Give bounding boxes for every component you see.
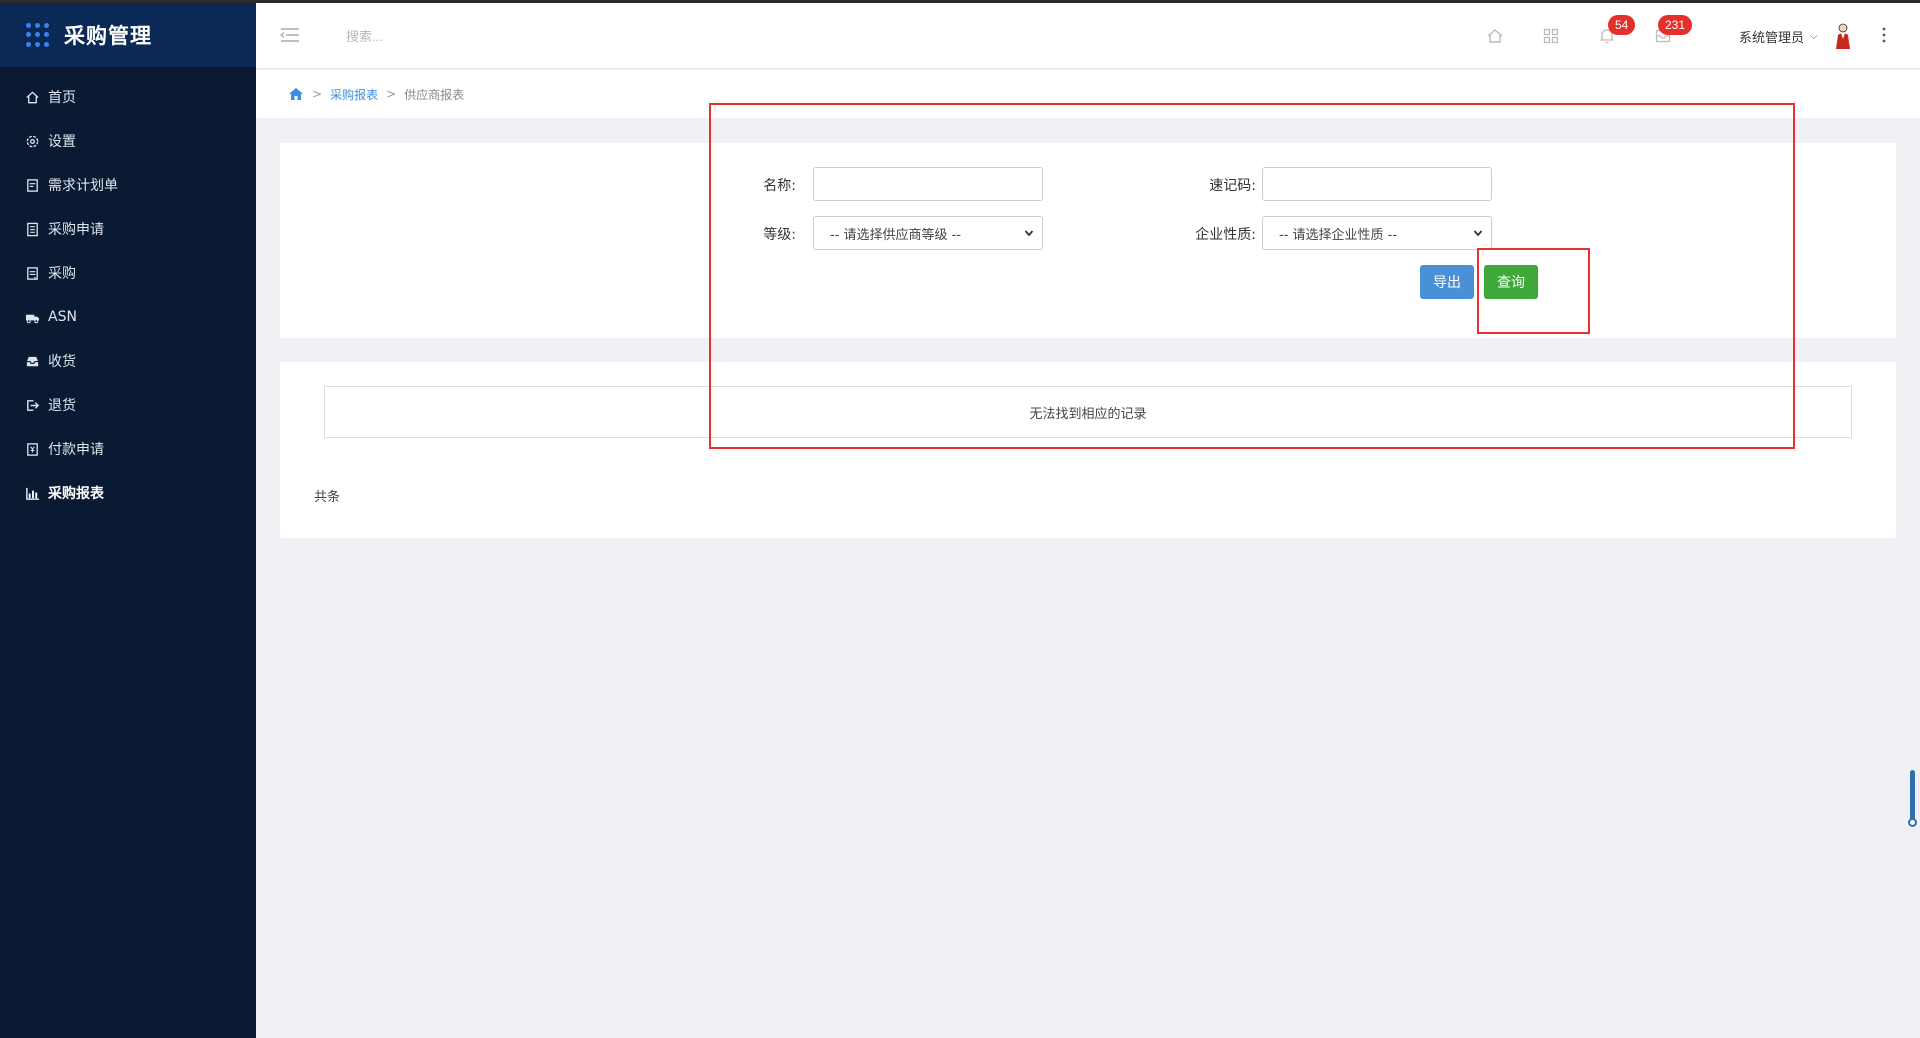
results-panel: 无法找到相应的记录 共条 <box>280 362 1896 538</box>
sidebar-item-label: 收货 <box>48 354 76 370</box>
sidebar-item-demand-plan[interactable]: 需求计划单 <box>0 163 256 207</box>
sidebar-item-receiving[interactable]: 收货 <box>0 339 256 383</box>
sidebar-item-home[interactable]: 首页 <box>0 75 256 119</box>
filter-panel: 名称: 速记码: 等级: -- 请选择供应商等级 -- 企业性质: -- 请选择… <box>280 143 1896 338</box>
sidebar-item-returns[interactable]: 退货 <box>0 383 256 427</box>
breadcrumb-supplier-report: 供应商报表 <box>404 87 465 102</box>
brand[interactable]: 采购管理 <box>0 3 256 67</box>
sidebar-item-label: ASN <box>48 309 77 325</box>
payment-icon <box>24 441 40 457</box>
total-count: 共条 <box>314 490 341 505</box>
name-input[interactable] <box>813 167 1043 201</box>
grid-icon[interactable] <box>1542 27 1560 45</box>
grade-label: 等级: <box>763 227 796 243</box>
document-icon <box>24 177 40 193</box>
avatar[interactable] <box>1834 23 1852 49</box>
sidebar-item-label: 需求计划单 <box>48 178 118 194</box>
messages-badge: 231 <box>1658 15 1693 35</box>
chevron-down-icon <box>1473 230 1483 237</box>
scrollbar-handle[interactable] <box>1908 818 1917 827</box>
sidebar: 采购管理 首页 设置 需求计划单 采购申请 采购 ASN 收货 退货 付款申请 … <box>0 3 256 1038</box>
sidebar-item-label: 首页 <box>48 90 76 106</box>
sidebar-item-purchase[interactable]: 采购 <box>0 251 256 295</box>
sidebar-item-purchase-report[interactable]: 采购报表 <box>0 471 256 515</box>
user-menu[interactable]: 系统管理员 ⌵ <box>1739 27 1818 46</box>
nature-select[interactable]: -- 请选择企业性质 -- <box>1262 216 1492 250</box>
sidebar-item-label: 采购申请 <box>48 222 104 238</box>
app-title: 采购管理 <box>64 24 152 48</box>
sidebar-item-label: 设置 <box>48 134 76 150</box>
clipboard-icon <box>24 265 40 281</box>
menu-toggle-icon[interactable] <box>280 27 300 43</box>
code-input[interactable] <box>1262 167 1492 201</box>
sidebar-menu: 首页 设置 需求计划单 采购申请 采购 ASN 收货 退货 付款申请 采购报表 <box>0 67 256 515</box>
truck-icon <box>24 309 40 325</box>
gear-icon <box>24 133 40 149</box>
breadcrumb-separator: > <box>312 87 323 101</box>
home-icon[interactable] <box>288 87 304 101</box>
breadcrumb-purchase-report[interactable]: 采购报表 <box>330 86 378 103</box>
nature-select-value: -- 请选择企业性质 -- <box>1279 227 1398 243</box>
sidebar-item-payment-request[interactable]: 付款申请 <box>0 427 256 471</box>
bar-chart-icon <box>24 485 40 501</box>
list-icon <box>24 221 40 237</box>
home-icon[interactable] <box>1486 27 1504 45</box>
home-icon <box>24 89 40 105</box>
sidebar-item-purchase-request[interactable]: 采购申请 <box>0 207 256 251</box>
inbox-icon <box>24 353 40 369</box>
chevron-down-icon <box>1024 230 1034 237</box>
empty-message: 无法找到相应的记录 <box>1029 406 1147 422</box>
sidebar-item-label: 退货 <box>48 398 76 414</box>
grade-select[interactable]: -- 请选择供应商等级 -- <box>813 216 1043 250</box>
grade-select-value: -- 请选择供应商等级 -- <box>830 227 962 243</box>
sidebar-item-label: 采购报表 <box>48 486 104 502</box>
name-label: 名称: <box>763 178 796 194</box>
notifications-badge: 54 <box>1608 15 1636 35</box>
apps-grid-icon <box>26 23 50 47</box>
top-header: 54 231 系统管理员 ⌵ <box>256 3 1920 69</box>
query-button[interactable]: 查询 <box>1484 265 1538 299</box>
chevron-down-icon: ⌵ <box>1810 31 1818 42</box>
more-vertical-icon[interactable] <box>1881 25 1887 45</box>
sidebar-item-settings[interactable]: 设置 <box>0 119 256 163</box>
breadcrumb-separator: > <box>386 87 397 101</box>
export-button[interactable]: 导出 <box>1420 265 1474 299</box>
breadcrumb: > 采购报表 > 供应商报表 <box>256 70 1920 118</box>
sidebar-item-label: 采购 <box>48 266 76 282</box>
sidebar-item-label: 付款申请 <box>48 442 104 458</box>
code-label: 速记码: <box>1209 178 1256 194</box>
user-name: 系统管理员 <box>1739 31 1805 46</box>
return-icon <box>24 397 40 413</box>
sidebar-item-asn[interactable]: ASN <box>0 295 256 339</box>
nature-label: 企业性质: <box>1195 227 1256 243</box>
search-input[interactable] <box>346 23 606 49</box>
results-table: 无法找到相应的记录 <box>324 386 1852 438</box>
